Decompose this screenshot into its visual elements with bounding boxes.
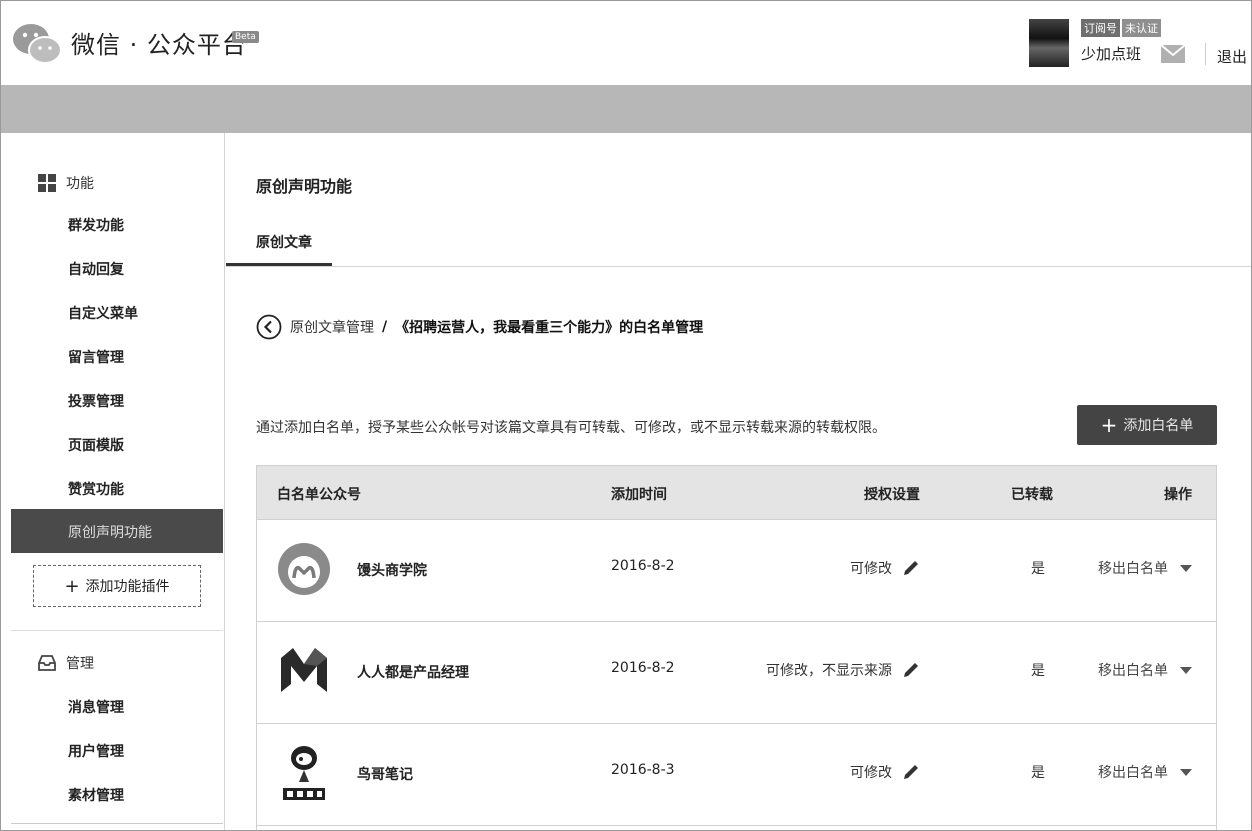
table-row: 人人都是产品经理 2016-8-2 可修改，不显示来源 是 移出白名单 [257, 622, 1216, 724]
sidebar-item-messages[interactable]: 消息管理 [68, 697, 124, 717]
breadcrumb: 原创文章管理 / 《招聘运营人，我最看重三个能力》的白名单管理 [256, 314, 703, 340]
plus-icon: + [1100, 413, 1118, 437]
sidebar-item-mass-send[interactable]: 群发功能 [68, 215, 124, 235]
sidebar-item-custom-menu[interactable]: 自定义菜单 [68, 303, 138, 323]
breadcrumb-parent[interactable]: 原创文章管理 [290, 317, 374, 337]
row-date: 2016-8-3 [611, 762, 675, 778]
column-header-date: 添加时间 [611, 487, 667, 503]
remove-whitelist-dropdown[interactable]: 移出白名单 [1098, 762, 1192, 782]
back-icon[interactable] [256, 314, 282, 340]
section-title: 管理 [66, 656, 94, 672]
sidebar-item-page-template[interactable]: 页面模版 [68, 435, 124, 455]
row-reposted: 是 [1031, 561, 1045, 577]
row-account-name: 馒头商学院 [357, 563, 427, 579]
beta-badge: Beta [232, 31, 259, 43]
sidebar-item-comments[interactable]: 留言管理 [68, 347, 124, 367]
brand-title[interactable]: 微信 · 公众平台 [71, 25, 247, 60]
column-header-account: 白名单公众号 [277, 487, 361, 503]
chevron-down-icon [1180, 768, 1192, 776]
plus-icon: + [64, 575, 80, 597]
sidebar-item-materials[interactable]: 素材管理 [68, 785, 124, 805]
sidebar-item-original-declaration[interactable]: 原创声明功能 [11, 509, 223, 553]
sidebar-section-management: 管理 [38, 653, 94, 673]
row-auth[interactable]: 可修改 [850, 558, 920, 578]
column-header-action: 操作 [1164, 487, 1192, 503]
table-row: 鸟哥笔记 2016-8-3 可修改 是 移出白名单 [257, 724, 1216, 826]
remove-whitelist-dropdown[interactable]: 移出白名单 [1098, 660, 1192, 680]
verify-status-tag[interactable]: 未认证 [1122, 19, 1161, 37]
add-whitelist-button[interactable]: + 添加白名单 [1077, 405, 1217, 445]
sidebar-divider [11, 630, 223, 631]
add-plugin-button[interactable]: + 添加功能插件 [33, 565, 201, 607]
sidebar-item-auto-reply[interactable]: 自动回复 [68, 259, 124, 279]
tab-divider [226, 266, 1251, 267]
tab-original-articles[interactable]: 原创文章 [256, 232, 312, 252]
account-tags: 订阅号 未认证 [1081, 19, 1161, 37]
row-auth-text: 可修改 [850, 765, 892, 781]
mail-icon[interactable] [1161, 45, 1185, 63]
chevron-down-icon [1180, 564, 1192, 572]
sidebar-item-reward[interactable]: 赞赏功能 [68, 479, 124, 499]
row-date: 2016-8-2 [611, 660, 675, 676]
row-action-label: 移出白名单 [1098, 561, 1168, 577]
row-account-name: 人人都是产品经理 [357, 665, 469, 681]
row-account-name: 鸟哥笔记 [357, 767, 413, 783]
top-header: 微信 · 公众平台 Beta 订阅号 未认证 少加点班 退出 [1, 1, 1251, 85]
account-type-tag: 订阅号 [1081, 19, 1120, 37]
row-reposted: 是 [1031, 765, 1045, 781]
sidebar-divider [11, 823, 223, 824]
niaoge-logo-icon [283, 746, 325, 800]
row-auth[interactable]: 可修改，不显示来源 [766, 660, 920, 680]
grid-icon [38, 174, 56, 192]
add-plugin-label: 添加功能插件 [85, 579, 170, 595]
sidebar-item-label: 原创声明功能 [68, 525, 152, 541]
logout-link[interactable]: 退出 [1217, 46, 1247, 67]
header-divider [1205, 43, 1206, 65]
column-header-auth: 授权设置 [864, 487, 920, 503]
chevron-down-icon [1180, 666, 1192, 674]
page-title: 原创声明功能 [256, 177, 353, 196]
pencil-icon[interactable] [902, 661, 920, 679]
row-auth-text: 可修改，不显示来源 [766, 663, 892, 679]
whitelist-table: 白名单公众号 添加时间 授权设置 已转载 操作 馒头商学院 2016-8-2 可… [256, 465, 1217, 830]
wechat-logo-icon[interactable] [11, 21, 63, 67]
account-name[interactable]: 少加点班 [1081, 43, 1141, 64]
row-auth[interactable]: 可修改 [850, 762, 920, 782]
row-date: 2016-8-2 [611, 558, 675, 574]
row-auth-text: 可修改 [850, 561, 892, 577]
row-action-label: 移出白名单 [1098, 765, 1168, 781]
row-reposted: 是 [1031, 663, 1045, 679]
table-header: 白名单公众号 添加时间 授权设置 已转载 操作 [257, 466, 1216, 520]
column-header-reposted: 已转载 [1011, 487, 1053, 503]
add-whitelist-label: 添加白名单 [1123, 418, 1194, 434]
pencil-icon[interactable] [902, 559, 920, 577]
inbox-icon [38, 655, 56, 671]
header-band [1, 85, 1251, 133]
main-content: 原创声明功能 原创文章 原创文章管理 / 《招聘运营人，我最看重三个能力》的白名… [226, 133, 1251, 830]
row-action-label: 移出白名单 [1098, 663, 1168, 679]
pencil-icon[interactable] [902, 763, 920, 781]
remove-whitelist-dropdown[interactable]: 移出白名单 [1098, 558, 1192, 578]
sidebar-section-features: 功能 [38, 173, 94, 193]
mantou-logo-icon [278, 543, 330, 595]
breadcrumb-separator: / [382, 319, 388, 335]
sidebar-item-voting[interactable]: 投票管理 [68, 391, 124, 411]
app-window: 微信 · 公众平台 Beta 订阅号 未认证 少加点班 退出 功能 群发功能 自… [0, 0, 1252, 831]
section-title: 功能 [66, 176, 94, 192]
table-row: 馒头商学院 2016-8-2 可修改 是 移出白名单 [257, 520, 1216, 622]
avatar[interactable] [1029, 19, 1069, 67]
woshipm-logo-icon [281, 648, 327, 692]
sidebar: 功能 群发功能 自动回复 自定义菜单 留言管理 投票管理 页面模版 赞赏功能 原… [1, 133, 225, 830]
sidebar-item-users[interactable]: 用户管理 [68, 741, 124, 761]
whitelist-description: 通过添加白名单，授予某些公众帐号对该篇文章具有可转载、可修改，或不显示转载来源的… [256, 420, 886, 436]
breadcrumb-current: 《招聘运营人，我最看重三个能力》的白名单管理 [395, 320, 704, 336]
